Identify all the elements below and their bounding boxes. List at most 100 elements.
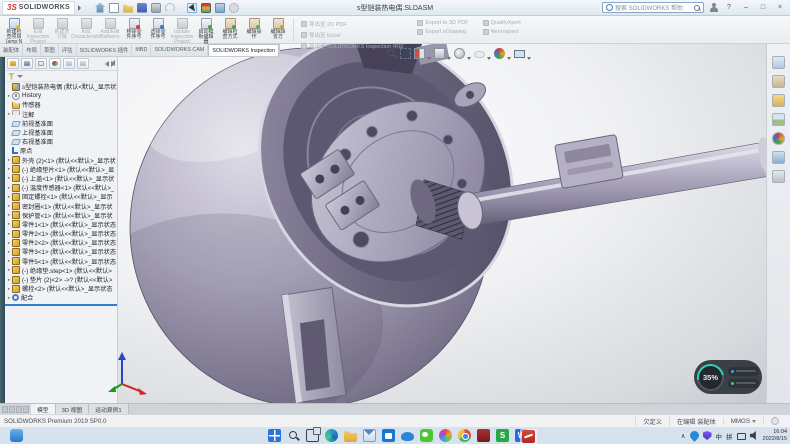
feature-tree-item[interactable]: ▸ 密封圈<1> (默认<<默认>_显示状 xyxy=(5,201,117,210)
feature-tree-item[interactable]: ▸ (-) 垫片 (2)<2> ->? (默认<<默认> xyxy=(5,275,117,284)
hide-show-items-icon[interactable] xyxy=(474,51,485,58)
start-icon[interactable] xyxy=(268,429,281,442)
feature-tree-item[interactable]: 原点 xyxy=(5,146,117,155)
propertymanager-tab-icon[interactable] xyxy=(21,58,33,69)
feature-tree-item[interactable]: ▸ (-) 绝缘垫.step<1> (默认<<默认> xyxy=(5,266,117,275)
feature-tree-item[interactable]: ▸ 配合 xyxy=(5,293,117,302)
expand-arrow-icon[interactable]: ▸ xyxy=(6,111,12,117)
feature-tree-item[interactable]: ▸ 零件3<1> (默认<<默认>_显示状态 xyxy=(5,247,117,256)
ribbon-button[interactable]: Update Inspection Project xyxy=(170,17,194,43)
feature-tree-item[interactable]: ▸ 零件1<1> (默认<<默认>_显示状态 xyxy=(5,220,117,229)
help-button[interactable]: ? xyxy=(723,4,735,11)
cad-model-thermocouple[interactable] xyxy=(118,44,766,403)
feature-tree-item[interactable]: ▸ 零件2<2> (默认<<默认>_显示状态 xyxy=(5,238,117,247)
edge-icon[interactable] xyxy=(325,429,338,442)
featuremanager-tab-icon[interactable] xyxy=(7,58,19,69)
command-tab[interactable]: 布局 xyxy=(23,44,41,56)
feature-tree-item[interactable]: 上视基准面 xyxy=(5,128,117,137)
widgets-icon[interactable] xyxy=(10,429,23,442)
command-tab[interactable]: SOLIDWORKS CAM xyxy=(151,44,208,56)
view-palette-icon[interactable] xyxy=(772,113,785,126)
view-settings-icon[interactable] xyxy=(514,50,525,58)
menu-expand-arrow-icon[interactable] xyxy=(78,5,81,11)
ribbon-button[interactable]: 新建检 查项目 (amp;N xyxy=(2,17,26,43)
feature-tree-item[interactable]: ▸ (-) 上盖<1> (默认<<默认>_显示状 xyxy=(5,174,117,183)
xshell-icon[interactable]: S xyxy=(496,429,509,442)
feature-tree-item[interactable]: ▸ (-) 温度传感器<1> (默认<<默认>_ xyxy=(5,183,117,192)
restore-button[interactable]: □ xyxy=(757,4,769,11)
feature-tree-item[interactable]: ▸ History xyxy=(5,91,117,100)
tab-scroll-controls[interactable] xyxy=(0,404,31,414)
minimize-button[interactable]: – xyxy=(740,4,752,11)
feature-tree-item[interactable]: ▸ 外壳 (2)<1> (默认<<默认>_显示状 xyxy=(5,156,117,165)
magnifier-overlay[interactable]: 35% xyxy=(694,360,762,394)
filter-caret-icon[interactable] xyxy=(17,75,23,78)
ribbon-button[interactable]: 启动模 板编辑 器 xyxy=(194,17,218,43)
rebuild-icon[interactable] xyxy=(201,3,211,13)
resources-home-icon[interactable] xyxy=(772,56,785,69)
feature-tree-item[interactable]: ▸ 零件5<1> (默认<<默认>_显示状态 xyxy=(5,257,117,266)
clock[interactable]: 16:04 2022/8/15 xyxy=(763,429,787,442)
display-style-icon[interactable] xyxy=(454,48,465,59)
user-account-icon[interactable] xyxy=(709,3,718,12)
overlay-button-top[interactable] xyxy=(728,367,759,376)
panel-collapse-icon[interactable] xyxy=(111,60,115,66)
ime-mode-indicator[interactable]: 拼 xyxy=(726,431,733,441)
configurations-tab-icon[interactable] xyxy=(35,58,47,69)
home-icon[interactable] xyxy=(95,3,105,13)
command-tab[interactable]: SOLIDWORKS Inspection xyxy=(208,44,279,56)
command-tab[interactable]: 装配体 xyxy=(0,44,23,56)
display-tray-icon[interactable] xyxy=(737,433,746,440)
reader-app-icon[interactable] xyxy=(477,429,490,442)
ribbon-button[interactable]: 编辑操 作 xyxy=(242,17,266,43)
ribbon-button[interactable]: Add Characteristic xyxy=(74,17,98,43)
ime-language-indicator[interactable]: 中 xyxy=(716,431,723,441)
graphics-viewport[interactable] xyxy=(118,44,766,403)
open-file-icon[interactable] xyxy=(123,3,133,13)
panel-splitter[interactable] xyxy=(5,304,117,306)
inspection-tab-icon[interactable] xyxy=(77,58,89,69)
ribbon-button[interactable]: 选择零 件序号 xyxy=(146,17,170,43)
file-explorer-icon[interactable] xyxy=(344,429,357,442)
appearances-scenes-icon[interactable] xyxy=(772,132,785,145)
ribbon-button[interactable]: 移除零 件序号 xyxy=(122,17,146,43)
feature-tree-item[interactable]: 右视基准面 xyxy=(5,137,117,146)
mail-icon[interactable] xyxy=(363,429,376,442)
command-tab[interactable]: 草图 xyxy=(41,44,59,56)
new-document-icon[interactable] xyxy=(109,3,119,13)
filter-funnel-icon[interactable] xyxy=(8,73,15,80)
volume-icon[interactable] xyxy=(750,431,759,440)
tray-chevron-icon[interactable]: ∧ xyxy=(681,432,686,440)
ribbon-button[interactable]: Edit Inspection Project xyxy=(26,17,50,43)
custom-properties-icon[interactable] xyxy=(772,151,785,164)
tree-filter-bar[interactable] xyxy=(5,71,117,82)
print-icon[interactable] xyxy=(151,3,161,13)
panel-scroll-left-icon[interactable] xyxy=(105,61,109,67)
units-selector[interactable]: MMGS xyxy=(723,418,763,425)
file-explorer-pane-icon[interactable] xyxy=(772,94,785,107)
feature-tree-item[interactable]: ▸ 螺栓<2> (默认<<默认>_显示状态 xyxy=(5,284,117,293)
solidworks-taskbar-icon[interactable] xyxy=(520,429,537,444)
feature-tree-item[interactable]: 前视基准面 xyxy=(5,119,117,128)
location-tray-icon[interactable] xyxy=(688,429,701,442)
ribbon-button[interactable]: 编辑缺 省方 xyxy=(266,17,290,43)
dimxpert-tab-icon[interactable] xyxy=(49,58,61,69)
photos-icon[interactable] xyxy=(439,429,452,442)
onedrive-icon[interactable] xyxy=(401,432,414,441)
wechat-icon[interactable] xyxy=(420,429,433,442)
section-view-icon[interactable] xyxy=(414,48,425,59)
ribbon-button[interactable]: Add/Edit Balloons xyxy=(98,17,122,43)
options-gear-icon[interactable] xyxy=(229,3,239,13)
ribbon-button[interactable]: 编辑检 查方式 xyxy=(218,17,242,43)
feature-tree-item[interactable]: 传感器 xyxy=(5,100,117,109)
command-tab[interactable]: 评估 xyxy=(59,44,77,56)
close-button[interactable]: × xyxy=(774,4,786,11)
overlay-button-bottom[interactable] xyxy=(728,379,759,388)
feature-tree-item[interactable]: ▸ 保护管<1> (默认<<默认>_显示状 xyxy=(5,211,117,220)
feature-tree-item[interactable]: s型铠装热电偶 (默认<默认_显示状态-1 xyxy=(5,82,117,91)
chrome-icon[interactable] xyxy=(458,429,471,442)
model-tab[interactable]: 3D 视图 xyxy=(56,404,90,414)
task-view-icon[interactable] xyxy=(306,429,319,442)
viewport-settings-icon[interactable] xyxy=(215,3,225,13)
command-tab[interactable]: SOLIDWORKS 插件 xyxy=(77,44,133,56)
